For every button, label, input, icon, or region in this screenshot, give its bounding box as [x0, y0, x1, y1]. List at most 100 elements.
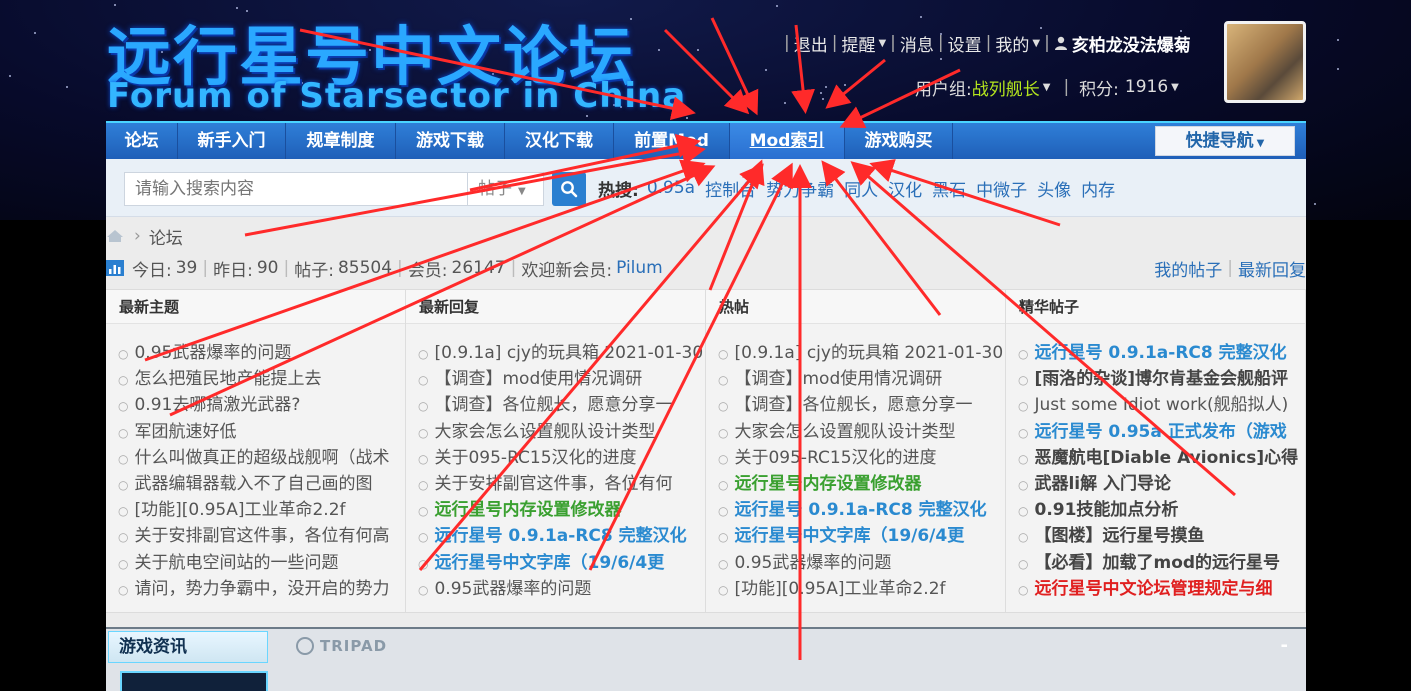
topic-title: 大家会怎么设置舰队设计类型 — [734, 421, 956, 442]
topic-link[interactable]: ○ 关于安排副官这件事，各位有何 — [418, 471, 705, 497]
topic-title: 关于095-RC15汉化的进度 — [734, 447, 937, 468]
topic-link[interactable]: ○ [功能][0.95A]工业革命2.2f — [718, 576, 1005, 602]
yesterday-count: 90 — [256, 258, 279, 278]
bullet-icon: ○ — [718, 504, 729, 519]
topic-link[interactable]: ○ 恶魔航电[Diable Avionics]心得 — [1018, 445, 1305, 471]
topic-link[interactable]: ○ 请问，势力争霸中，没开启的势力 — [118, 576, 405, 602]
topic-link[interactable]: ○ 关于095-RC15汉化的进度 — [718, 445, 1005, 471]
hot-search-item[interactable]: 势力争霸 — [766, 176, 834, 201]
topic-link[interactable]: ○ [0.9.1a] cjy的玩具箱 2021-01-30 — [718, 340, 1005, 366]
topic-link[interactable]: ○ 关于095-RC15汉化的进度 — [418, 445, 705, 471]
topic-link[interactable]: ○ 大家会怎么设置舰队设计类型 — [718, 419, 1005, 445]
username-link[interactable]: 亥柏龙没法爆菊 — [1072, 31, 1191, 56]
topic-link[interactable]: ○ 0.91技能加点分析 — [1018, 497, 1305, 523]
topic-link[interactable]: ○ 武器li解 入门导论 — [1018, 471, 1305, 497]
search-type-select[interactable]: 帖子 ▼ — [467, 172, 544, 206]
hot-searches: 热搜: 0.95a 控制台 势力争霸 同人 汉化 黑石 中微子 头像 内存 — [598, 175, 1125, 201]
bullet-icon: ○ — [718, 556, 729, 571]
topic-link[interactable]: ○ [0.9.1a] cjy的玩具箱 2021-01-30 — [418, 340, 705, 366]
search-button[interactable] — [552, 172, 586, 206]
topic-link[interactable]: ○ 远行星号 0.9.1a-RC8 完整汉化 — [1018, 340, 1305, 366]
topic-link[interactable]: ○ 怎么把殖民地产能提上去 — [118, 366, 405, 392]
logout-link[interactable]: 退出 — [794, 31, 828, 56]
topic-link[interactable]: ○ 0.95武器爆率的问题 — [718, 550, 1005, 576]
nav-item-prerequisite-mod[interactable]: 前置Mod — [614, 123, 730, 159]
bullet-icon: ○ — [1018, 347, 1029, 361]
topic-title: 【调查】mod使用情况调研 — [434, 369, 643, 390]
bullet-icon: ○ — [118, 451, 129, 466]
quick-nav-button[interactable]: 快捷导航 ▼ — [1155, 126, 1295, 156]
topic-link[interactable]: ○ [雨洛的杂谈]博尔肯基金会舰船评 — [1018, 366, 1305, 392]
newest-member-link[interactable]: Pilum — [616, 258, 663, 278]
topic-link[interactable]: ○ 【调查】mod使用情况调研 — [418, 366, 705, 392]
topic-link[interactable]: ○ Just some Idiot work(舰船拟人) — [1018, 392, 1305, 418]
topic-link[interactable]: ○ 【图楼】远行星号摸鱼 — [1018, 523, 1305, 549]
nav-item-beginner[interactable]: 新手入门 — [178, 123, 286, 159]
topic-link[interactable]: ○ 大家会怎么设置舰队设计类型 — [418, 419, 705, 445]
topic-link[interactable]: ○ 关于安排副官这件事，各位有何高 — [118, 523, 405, 549]
bullet-icon: ○ — [418, 477, 429, 492]
hot-search-item[interactable]: 汉化 — [888, 176, 922, 201]
nav-item-forum[interactable]: 论坛 — [106, 123, 178, 159]
reminder-link[interactable]: 提醒 — [841, 31, 875, 56]
messages-link[interactable]: 消息 — [900, 31, 934, 56]
topic-link[interactable]: ○ 武器编辑器载入不了自己画的图 — [118, 471, 405, 497]
nav-item-mod-index[interactable]: Mod索引 — [730, 123, 845, 159]
topic-title: 什么叫做真正的超级战舰啊（战术 — [134, 447, 390, 468]
topic-title: 远行星号 0.9.1a-RC8 完整汉化 — [1034, 343, 1287, 363]
topic-link[interactable]: ○ 0.95武器爆率的问题 — [118, 340, 405, 366]
hot-search-item[interactable]: 头像 — [1037, 176, 1071, 201]
settings-link[interactable]: 设置 — [948, 31, 982, 56]
search-input[interactable] — [124, 172, 469, 206]
points-value[interactable]: 1916 — [1125, 77, 1168, 97]
hot-search-item[interactable]: 控制台 — [705, 176, 756, 201]
star — [9, 75, 11, 77]
topic-link[interactable]: ○ 什么叫做真正的超级战舰啊（战术 — [118, 445, 405, 471]
collapse-button[interactable]: - — [1281, 635, 1288, 656]
star — [66, 86, 68, 88]
topic-title: 【必看】加载了mod的远行星号 — [1034, 552, 1281, 573]
topic-link[interactable]: ○ 【调查】各位舰长，愿意分享一 — [418, 392, 705, 418]
nav-item-game-download[interactable]: 游戏下载 — [396, 123, 505, 159]
topic-link[interactable]: ○ 远行星号内存设置修改器 — [418, 497, 705, 523]
topic-title: 远行星号中文字库（19/6/4更 — [434, 552, 665, 573]
usergroup-value[interactable]: 战列舰长 — [972, 75, 1040, 100]
nav-item-buy-game[interactable]: 游戏购买 — [845, 123, 953, 159]
topic-link[interactable]: ○ 【必看】加载了mod的远行星号 — [1018, 550, 1305, 576]
tab-game-news[interactable]: 游戏资讯 — [108, 631, 268, 663]
hot-search-item[interactable]: 内存 — [1081, 176, 1115, 201]
hot-search-item[interactable]: 同人 — [844, 176, 878, 201]
topic-link[interactable]: ○ 0.95武器爆率的问题 — [418, 576, 705, 602]
topic-link[interactable]: ○ 远行星号内存设置修改器 — [718, 471, 1005, 497]
avatar[interactable] — [1224, 21, 1306, 103]
nav-item-rules[interactable]: 规章制度 — [286, 123, 396, 159]
breadcrumb-current[interactable]: 论坛 — [149, 224, 183, 249]
latest-replies-link[interactable]: 最新回复 — [1238, 256, 1306, 281]
topic-link[interactable]: ○ 远行星号 0.95a 正式发布（游戏 — [1018, 419, 1305, 445]
topic-title: [0.9.1a] cjy的玩具箱 2021-01-30 — [434, 343, 704, 363]
topic-link[interactable]: ○ 0.91去哪搞激光武器? — [118, 392, 405, 418]
topic-link[interactable]: ○ 远行星号 0.9.1a-RC8 完整汉化 — [718, 497, 1005, 523]
news-thumbnail[interactable] — [120, 671, 268, 691]
topic-link[interactable]: ○ 远行星号 0.9.1a-RC8 完整汉化 — [418, 523, 705, 549]
hot-search-item[interactable]: 中微子 — [976, 176, 1027, 201]
topic-title: 大家会怎么设置舰队设计类型 — [434, 421, 656, 442]
topic-link[interactable]: ○ 远行星号中文字库（19/6/4更 — [718, 523, 1005, 549]
forum-stats: 今日: 39 | 昨日: 90 | 帖子: 85504 | 会员: 26147 … — [106, 255, 663, 281]
site-logo[interactable]: 远行星号中文论坛 Forum of Starsector in China — [107, 6, 685, 116]
hot-search-item[interactable]: 黑石 — [932, 176, 966, 201]
nav-item-localization-download[interactable]: 汉化下载 — [505, 123, 614, 159]
topic-link[interactable]: ○ 远行星号中文字库（19/6/4更 — [418, 550, 705, 576]
topic-link[interactable]: ○ 【调查】各位舰长，愿意分享一 — [718, 392, 1005, 418]
my-menu-link[interactable]: 我的 — [995, 31, 1029, 56]
home-icon[interactable] — [106, 229, 124, 243]
bullet-icon: ○ — [718, 477, 729, 492]
my-posts-link[interactable]: 我的帖子 — [1154, 256, 1222, 281]
topic-title: 关于航电空间站的一些问题 — [134, 552, 339, 573]
topic-link[interactable]: ○ 军团航速好低 — [118, 419, 405, 445]
topic-link[interactable]: ○ [功能][0.95A]工业革命2.2f — [118, 497, 405, 523]
topic-link[interactable]: ○ 关于航电空间站的一些问题 — [118, 550, 405, 576]
topic-link[interactable]: ○ 远行星号中文论坛管理规定与细 — [1018, 576, 1305, 602]
topic-link[interactable]: ○ 【调查】mod使用情况调研 — [718, 366, 1005, 392]
hot-search-item[interactable]: 0.95a — [647, 178, 695, 198]
